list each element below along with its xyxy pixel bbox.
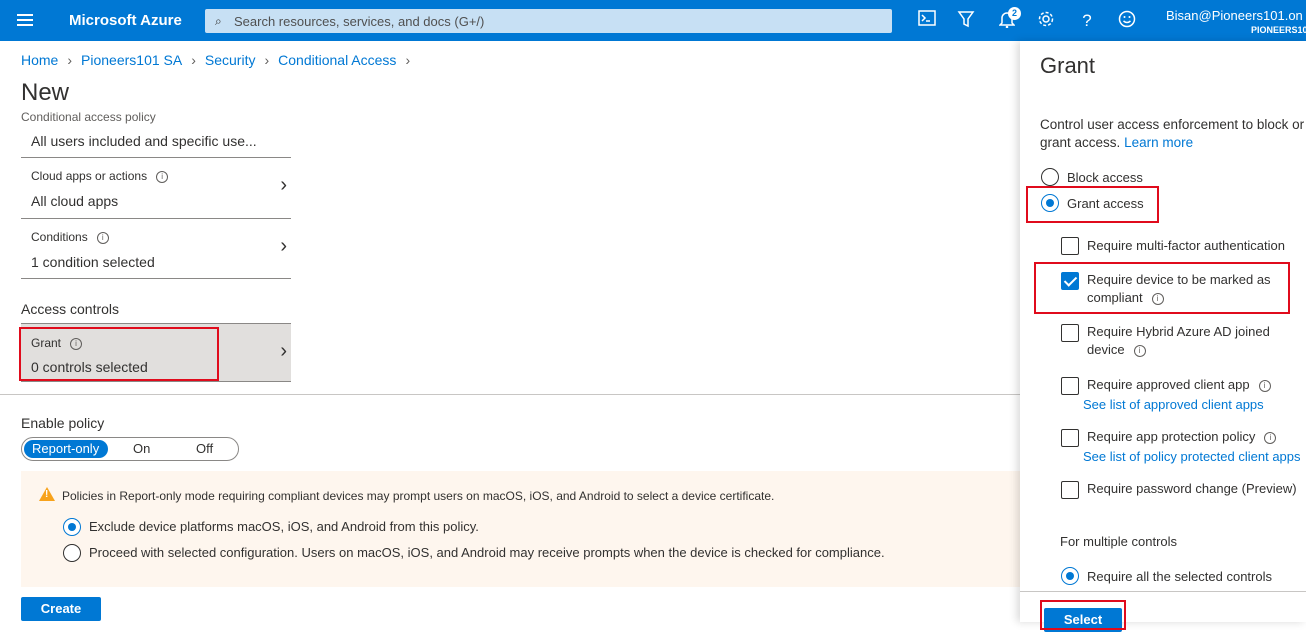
- exclude-platforms-radio[interactable]: [63, 518, 81, 536]
- highlight-box: [1034, 262, 1290, 314]
- chevron-right-icon: ›: [280, 340, 287, 363]
- cloud-apps-label: Cloud apps or actionsi: [31, 169, 168, 183]
- chevron-right-icon: ›: [67, 52, 72, 68]
- toggle-off[interactable]: Off: [196, 441, 213, 456]
- warning-message: Policies in Report-only mode requiring c…: [62, 489, 774, 503]
- require-all-label[interactable]: Require all the selected controls: [1087, 569, 1272, 584]
- grant-panel-title: Grant: [1040, 53, 1095, 79]
- exclude-platforms-label[interactable]: Exclude device platforms macOS, iOS, and…: [89, 519, 479, 534]
- cloud-apps-value: All cloud apps: [31, 193, 118, 209]
- chevron-right-icon: ›: [280, 174, 287, 197]
- toggle-report-only[interactable]: Report-only: [32, 441, 99, 456]
- proceed-radio[interactable]: [63, 544, 81, 562]
- breadcrumb: Home › Pioneers101 SA › Security › Conditional…: [21, 52, 419, 68]
- breadcrumb-security[interactable]: Security: [205, 52, 256, 68]
- conditions-value: 1 condition selected: [31, 254, 155, 270]
- cloud-shell-icon[interactable]: [916, 10, 938, 32]
- cloud-apps-row[interactable]: Cloud apps or actionsi All cloud apps ›: [21, 158, 291, 219]
- chevron-right-icon: ›: [264, 52, 269, 68]
- panel-footer-divider: [1020, 591, 1306, 592]
- breadcrumb-conditional-access[interactable]: Conditional Access: [278, 52, 396, 68]
- highlight-box: [1026, 186, 1159, 223]
- breadcrumb-tenant[interactable]: Pioneers101 SA: [81, 52, 182, 68]
- info-icon[interactable]: i: [156, 171, 168, 183]
- multiple-controls-label: For multiple controls: [1060, 534, 1177, 549]
- app-protection-checkbox[interactable]: [1061, 429, 1079, 447]
- conditions-row[interactable]: Conditionsi 1 condition selected ›: [21, 219, 291, 279]
- protected-apps-link[interactable]: See list of policy protected client apps: [1083, 449, 1301, 464]
- grant-panel-description: Control user access enforcement to block…: [1040, 116, 1306, 152]
- chevron-right-icon: ›: [191, 52, 196, 68]
- approved-app-label[interactable]: Require approved client appi: [1087, 376, 1271, 394]
- enable-policy-label: Enable policy: [21, 415, 104, 431]
- access-controls-heading: Access controls: [21, 301, 119, 317]
- grant-panel: Grant Control user access enforcement to…: [1020, 41, 1306, 622]
- search-input[interactable]: ⌕ Search resources, services, and docs (…: [205, 9, 892, 33]
- page-title: New: [21, 79, 69, 107]
- brand-title[interactable]: Microsoft Azure: [69, 12, 182, 29]
- hybrid-joined-checkbox[interactable]: [1061, 324, 1079, 342]
- report-only-warning: ! Policies in Report-only mode requiring…: [21, 471, 1020, 587]
- proceed-label[interactable]: Proceed with selected configuration. Use…: [89, 545, 885, 560]
- password-change-checkbox[interactable]: [1061, 481, 1079, 499]
- approved-app-checkbox[interactable]: [1061, 377, 1079, 395]
- app-protection-label[interactable]: Require app protection policyi: [1087, 428, 1276, 446]
- menu-icon[interactable]: [17, 14, 33, 26]
- block-access-radio[interactable]: [1041, 168, 1059, 186]
- hybrid-joined-label[interactable]: Require Hybrid Azure AD joined devicei: [1087, 323, 1277, 359]
- divider: [0, 394, 1020, 395]
- chevron-right-icon: ›: [280, 235, 287, 258]
- help-icon[interactable]: ?: [1076, 10, 1098, 32]
- enable-policy-toggle: Report-only On Off: [21, 437, 239, 461]
- top-bar: Microsoft Azure ⌕ Search resources, serv…: [0, 0, 1306, 41]
- highlight-box: [19, 327, 219, 381]
- user-name[interactable]: Bisan@Pioneers101.on: [1166, 8, 1303, 23]
- breadcrumb-home[interactable]: Home: [21, 52, 58, 68]
- approved-apps-link[interactable]: See list of approved client apps: [1083, 397, 1264, 412]
- mfa-label[interactable]: Require multi-factor authentication: [1087, 237, 1285, 255]
- users-row[interactable]: All users included and specific use...: [21, 126, 291, 158]
- directory-filter-icon[interactable]: [955, 10, 977, 32]
- learn-more-link[interactable]: Learn more: [1124, 135, 1193, 150]
- user-org[interactable]: PIONEERS10: [1251, 25, 1306, 35]
- block-access-label[interactable]: Block access: [1067, 170, 1143, 185]
- create-button[interactable]: Create: [21, 597, 101, 621]
- highlight-box: [1040, 600, 1126, 630]
- toggle-on[interactable]: On: [133, 441, 150, 456]
- info-icon[interactable]: i: [97, 232, 109, 244]
- chevron-right-icon: ›: [405, 52, 410, 68]
- users-value: All users included and specific use...: [31, 133, 257, 149]
- feedback-icon[interactable]: [1116, 10, 1138, 32]
- require-all-radio[interactable]: [1061, 567, 1079, 585]
- search-icon: ⌕: [215, 14, 222, 29]
- password-change-label[interactable]: Require password change (Preview)i: [1087, 480, 1306, 498]
- info-icon[interactable]: i: [1259, 380, 1271, 392]
- search-placeholder: Search resources, services, and docs (G+…: [234, 14, 484, 29]
- page-subtitle: Conditional access policy: [21, 110, 156, 124]
- info-icon[interactable]: i: [1264, 432, 1276, 444]
- conditions-label: Conditionsi: [31, 230, 109, 244]
- mfa-checkbox[interactable]: [1061, 237, 1079, 255]
- notifications-badge: 2: [1008, 7, 1021, 20]
- gear-icon[interactable]: [1035, 10, 1057, 32]
- info-icon[interactable]: i: [1134, 345, 1146, 357]
